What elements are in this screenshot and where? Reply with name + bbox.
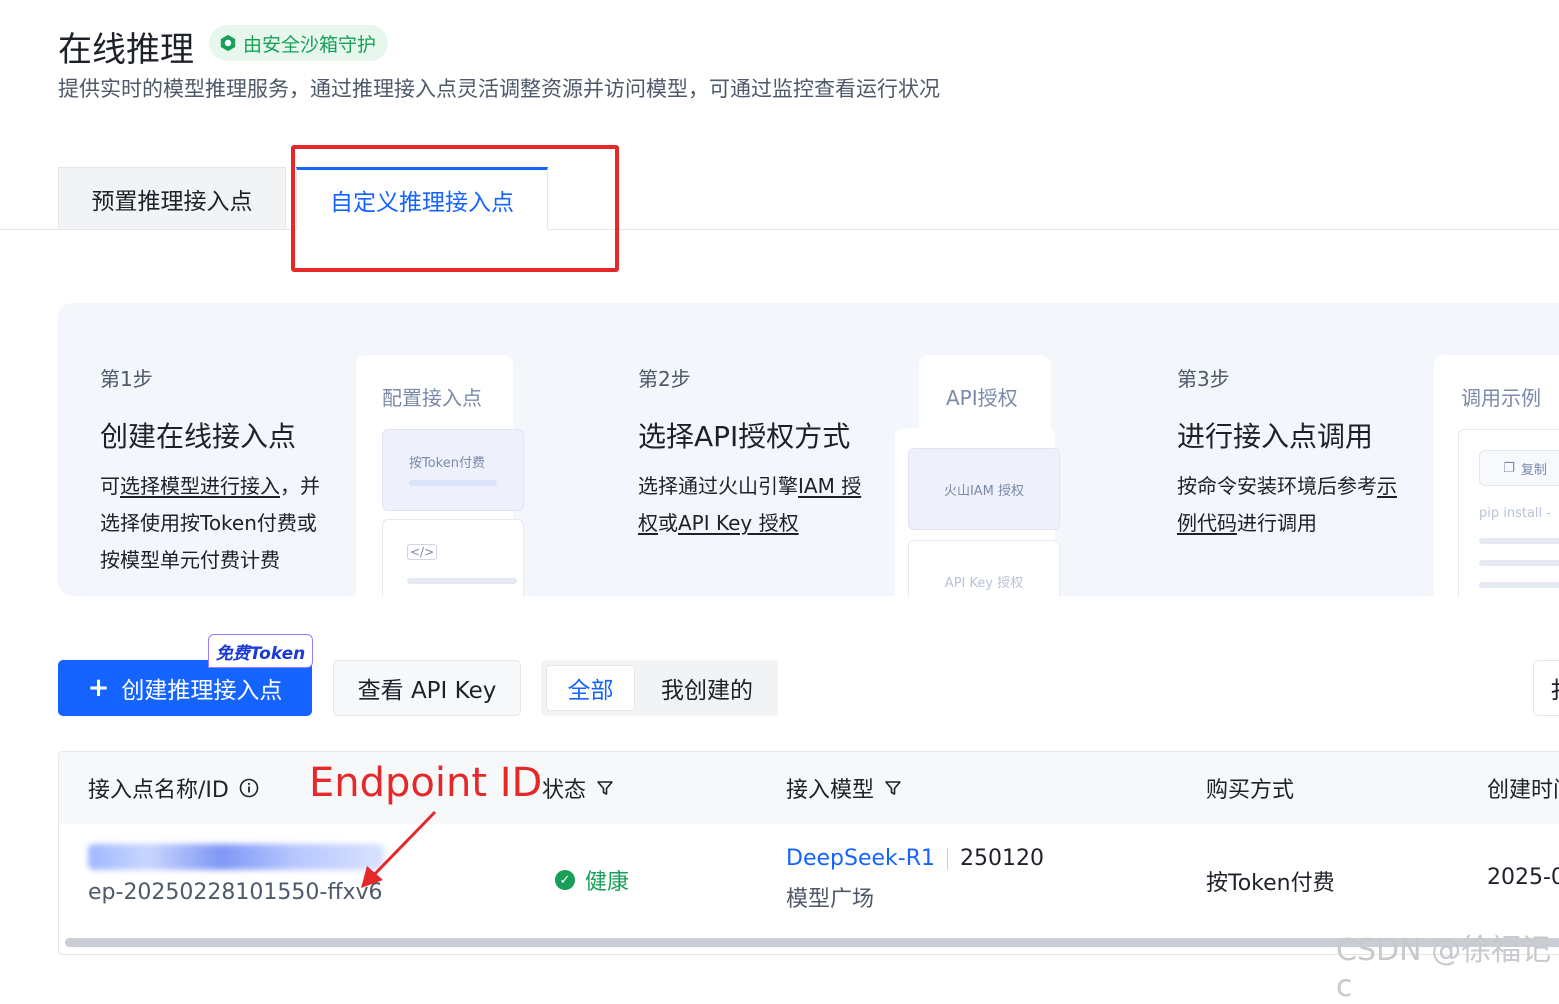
table-header: 接入点名称/ID 状态 接入模型 购买方式 创建时间 xyxy=(59,752,1559,824)
code-snippet: pip install - xyxy=(1479,506,1551,521)
plus-icon: + xyxy=(87,673,110,703)
tab-divider xyxy=(0,229,1559,230)
filter-all[interactable]: 全部 xyxy=(546,665,635,711)
step2-desc-text: 选择通过火山引擎 xyxy=(638,474,798,498)
sandbox-badge: 由安全沙箱守护 xyxy=(209,25,389,61)
endpoints-table: 接入点名称/ID 状态 接入模型 购买方式 创建时间 ep-2025022810… xyxy=(58,751,1559,955)
step1-card-option: 按Token付费 xyxy=(382,429,524,511)
step1-desc-line2: 选择使用按Token付费或 xyxy=(100,511,317,535)
copy-button: ❐ 复制 xyxy=(1479,450,1559,486)
created-time: 2025-0 xyxy=(1487,865,1559,890)
step3-card-title: 调用示例 xyxy=(1461,386,1541,410)
model-name-link[interactable]: DeepSeek-R1 xyxy=(786,846,935,871)
placeholder-bar xyxy=(1479,538,1559,544)
token-pay-label: 按Token付费 xyxy=(409,456,485,471)
truncated-right-button[interactable]: 扌 xyxy=(1533,660,1559,716)
purchase-method: 按Token付费 xyxy=(1206,871,1335,896)
code-icon: </> xyxy=(407,544,438,560)
column-header-purchase: 购买方式 xyxy=(1206,778,1295,803)
sample-code-link[interactable]: 示 xyxy=(1377,474,1397,498)
shield-icon xyxy=(220,34,236,52)
sandbox-badge-label: 由安全沙箱守护 xyxy=(243,33,377,56)
watermark: CSDN @徐福记c xyxy=(1336,933,1552,1004)
iam-auth-link[interactable]: IAM 授 xyxy=(798,474,861,498)
step1-card-title: 配置接入点 xyxy=(382,386,482,410)
step1-desc-text: 可 xyxy=(100,474,120,498)
api-key-auth-option: API Key 授权 xyxy=(908,540,1060,596)
endpoint-id: ep-20250228101550-ffxv6 xyxy=(88,880,383,905)
filter-mine[interactable]: 我创建的 xyxy=(640,665,774,711)
placeholder-bar xyxy=(1479,560,1559,566)
info-icon[interactable] xyxy=(239,778,259,798)
free-token-tag: 免费Token xyxy=(208,634,313,668)
placeholder-bar xyxy=(409,480,497,486)
model-cell: DeepSeek-R1 250120 xyxy=(786,846,1044,871)
step2-card-title: API授权 xyxy=(946,386,1018,410)
column-header-name: 接入点名称/ID xyxy=(88,752,259,824)
column-header-name-label: 接入点名称/ID xyxy=(88,778,229,803)
iam-auth-link-cont[interactable]: 权 xyxy=(638,511,658,535)
step2-desc-or: 或 xyxy=(658,511,678,535)
step2-title: 选择API授权方式 xyxy=(638,420,851,453)
tab-custom-endpoints[interactable]: 自定义推理接入点 xyxy=(296,167,548,230)
page-title: 在线推理 xyxy=(58,30,194,70)
annotation-label: Endpoint ID xyxy=(309,760,543,806)
table-row[interactable]: ep-20250228101550-ffxv6 ✓ 健康 DeepSeek-R1… xyxy=(59,824,1559,932)
redacted-endpoint-name xyxy=(88,844,384,870)
step3-label: 第3步 xyxy=(1177,367,1230,391)
model-version: 250120 xyxy=(959,846,1044,871)
step3-title: 进行接入点调用 xyxy=(1177,420,1374,453)
step1-card-code: </> xyxy=(382,519,524,596)
placeholder-bar xyxy=(1479,582,1559,588)
step3-desc-text: 按命令安装环境后参考 xyxy=(1177,474,1377,498)
check-circle-icon: ✓ xyxy=(555,870,575,890)
filter-icon[interactable] xyxy=(596,779,614,797)
tab-preset-endpoints[interactable]: 预置推理接入点 xyxy=(58,167,286,229)
step1-desc-line3: 按模型单元付费计费 xyxy=(100,548,280,572)
placeholder-bar xyxy=(407,578,517,584)
step2-illustration-tab: API授权 xyxy=(919,355,1051,435)
page-subtitle: 提供实时的模型推理服务，通过推理接入点灵活调整资源并访问模型，可通过监控查看运行… xyxy=(58,77,940,101)
step1-title: 创建在线接入点 xyxy=(100,420,297,453)
column-header-model: 接入模型 xyxy=(786,752,902,824)
annotation-arrow-icon xyxy=(361,810,437,888)
horizontal-scrollbar[interactable] xyxy=(65,938,1559,947)
column-header-status-label: 状态 xyxy=(542,778,587,803)
step3-desc: 按命令安装环境后参考示 例代码进行调用 xyxy=(1177,468,1427,542)
iam-auth-option-label: 火山IAM 授权 xyxy=(943,483,1025,499)
view-api-key-button[interactable]: 查看 API Key xyxy=(333,660,521,716)
column-header-created: 创建时间 xyxy=(1487,778,1559,803)
api-key-auth-option-label: API Key 授权 xyxy=(944,575,1024,591)
api-key-auth-link[interactable]: API Key 授权 xyxy=(678,511,799,535)
sample-code-link-cont[interactable]: 例代码 xyxy=(1177,511,1237,535)
step1-desc: 可选择模型进行接入，并 选择使用按Token付费或 按模型单元付费计费 xyxy=(100,468,350,579)
copy-icon: ❐ xyxy=(1503,460,1515,476)
create-endpoint-label: 创建推理接入点 xyxy=(121,678,283,704)
create-endpoint-button[interactable]: + 创建推理接入点 xyxy=(58,660,312,716)
step3-illustration-card: 调用示例 ❐ 复制 pip install - xyxy=(1434,355,1559,596)
step1-desc-text2: ，并 xyxy=(280,474,320,498)
steps-guide-panel: 第1步 创建在线接入点 可选择模型进行接入，并 选择使用按Token付费或 按模… xyxy=(58,303,1559,596)
filter-icon[interactable] xyxy=(884,779,902,797)
select-model-link[interactable]: 选择模型进行接入 xyxy=(120,474,280,498)
status-cell: ✓ 健康 xyxy=(555,864,629,896)
step2-illustration-card: 火山IAM 授权 API Key 授权 xyxy=(895,428,1060,596)
code-sample-box: ❐ 复制 pip install - xyxy=(1458,429,1559,596)
iam-auth-option: 火山IAM 授权 xyxy=(908,448,1060,530)
step2-label: 第2步 xyxy=(638,367,691,391)
column-header-status: 状态 xyxy=(542,752,614,824)
step2-desc: 选择通过火山引擎IAM 授 权或API Key 授权 xyxy=(638,468,888,542)
model-source: 模型广场 xyxy=(786,887,875,912)
step1-illustration-card: 配置接入点 按Token付费 </> xyxy=(356,355,524,596)
status-badge: 健康 xyxy=(585,870,630,895)
column-header-model-label: 接入模型 xyxy=(786,778,875,803)
step1-label: 第1步 xyxy=(100,367,153,391)
divider xyxy=(946,847,948,870)
step3-desc-text2: 进行调用 xyxy=(1237,511,1317,535)
copy-label: 复制 xyxy=(1520,462,1547,478)
